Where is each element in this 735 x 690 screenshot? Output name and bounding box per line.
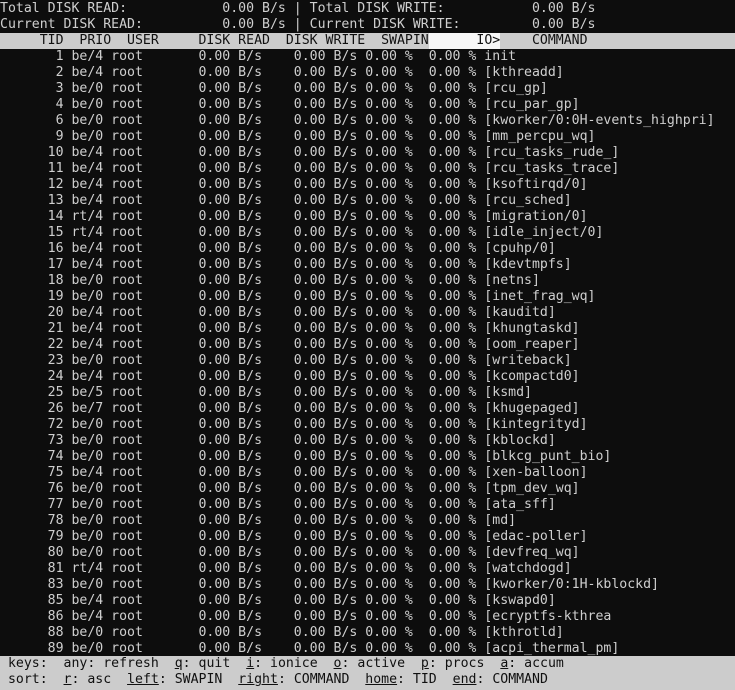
process-row[interactable]: 83 be/0 root 0.00 B/s 0.00 B/s 0.00 % 0.… [0,577,735,593]
process-row[interactable]: 80 be/0 root 0.00 B/s 0.00 B/s 0.00 % 0.… [0,545,735,561]
footer-key-hotkey[interactable]: i [246,656,254,671]
footer-key-procs[interactable]: p: procs [421,656,500,671]
footer-key-hotkey[interactable]: o [334,656,342,671]
footer-row-label: keys: [0,656,64,671]
footer-key-action: : TID [397,672,453,687]
footer-key-swapin[interactable]: left: SWAPIN [127,672,238,687]
process-row[interactable]: 74 be/0 root 0.00 B/s 0.00 B/s 0.00 % 0.… [0,449,735,465]
process-row[interactable]: 9 be/0 root 0.00 B/s 0.00 B/s 0.00 % 0.0… [0,129,735,145]
process-row[interactable]: 17 be/4 root 0.00 B/s 0.00 B/s 0.00 % 0.… [0,257,735,273]
column-header-command[interactable]: COMMAND [500,33,735,49]
process-row[interactable]: 14 rt/4 root 0.00 B/s 0.00 B/s 0.00 % 0.… [0,209,735,225]
process-row[interactable]: 85 be/4 root 0.00 B/s 0.00 B/s 0.00 % 0.… [0,593,735,609]
process-row[interactable]: 24 be/4 root 0.00 B/s 0.00 B/s 0.00 % 0.… [0,369,735,385]
footer-key-action: : active [341,656,421,671]
process-row[interactable]: 15 rt/4 root 0.00 B/s 0.00 B/s 0.00 % 0.… [0,225,735,241]
process-row[interactable]: 1 be/4 root 0.00 B/s 0.00 B/s 0.00 % 0.0… [0,49,735,65]
process-row[interactable]: 89 be/0 root 0.00 B/s 0.00 B/s 0.00 % 0.… [0,641,735,656]
footer-key-command[interactable]: right: COMMAND [238,672,365,687]
process-row[interactable]: 81 rt/4 root 0.00 B/s 0.00 B/s 0.00 % 0.… [0,561,735,577]
terminal-screen: Total DISK READ: 0.00 B/s | Total DISK W… [0,0,735,690]
process-row[interactable]: 4 be/0 root 0.00 B/s 0.00 B/s 0.00 % 0.0… [0,97,735,113]
footer-key-hotkey[interactable]: right [238,672,278,687]
process-row[interactable]: 20 be/4 root 0.00 B/s 0.00 B/s 0.00 % 0.… [0,305,735,321]
process-row[interactable]: 22 be/4 root 0.00 B/s 0.00 B/s 0.00 % 0.… [0,337,735,353]
process-row[interactable]: 19 be/0 root 0.00 B/s 0.00 B/s 0.00 % 0.… [0,289,735,305]
process-row[interactable]: 26 be/7 root 0.00 B/s 0.00 B/s 0.00 % 0.… [0,401,735,417]
footer-key-action: : accum [508,656,564,671]
footer-key-action: : asc [71,672,128,687]
process-list[interactable]: 1 be/4 root 0.00 B/s 0.00 B/s 0.00 % 0.0… [0,49,735,656]
footer-key-action: : quit [182,656,247,671]
footer-key-refresh[interactable]: any: refresh [64,656,175,671]
footer-key-action: : ionice [254,656,334,671]
footer-key-hotkey[interactable]: left [127,672,159,687]
footer-keys-row[interactable]: keys: any: refresh q: quit i: ionice o: … [0,656,735,672]
footer-key-action: : COMMAND [277,672,366,687]
process-row[interactable]: 72 be/0 root 0.00 B/s 0.00 B/s 0.00 % 0.… [0,417,735,433]
footer-key-action: : procs [428,656,501,671]
footer-row-label: sort: [0,672,64,687]
process-row[interactable]: 18 be/0 root 0.00 B/s 0.00 B/s 0.00 % 0.… [0,273,735,289]
footer-key-hotkey[interactable]: q [175,656,183,671]
process-row[interactable]: 10 be/4 root 0.00 B/s 0.00 B/s 0.00 % 0.… [0,145,735,161]
process-row[interactable]: 25 be/5 root 0.00 B/s 0.00 B/s 0.00 % 0.… [0,385,735,401]
process-row[interactable]: 3 be/0 root 0.00 B/s 0.00 B/s 0.00 % 0.0… [0,81,735,97]
process-row[interactable]: 2 be/4 root 0.00 B/s 0.00 B/s 0.00 % 0.0… [0,65,735,81]
footer-key-action: : refresh [87,656,175,671]
footer-key-action: : COMMAND [476,672,548,687]
footer-key-hotkey[interactable]: p [421,656,429,671]
process-row[interactable]: 11 be/4 root 0.00 B/s 0.00 B/s 0.00 % 0.… [0,161,735,177]
process-row[interactable]: 75 be/4 root 0.00 B/s 0.00 B/s 0.00 % 0.… [0,465,735,481]
io-summary: Total DISK READ: 0.00 B/s | Total DISK W… [0,0,735,33]
process-row[interactable]: 88 be/0 root 0.00 B/s 0.00 B/s 0.00 % 0.… [0,625,735,641]
footer-sort-row[interactable]: sort: r: asc left: SWAPIN right: COMMAND… [0,672,735,688]
footer-key-active[interactable]: o: active [334,656,421,671]
process-row[interactable]: 13 be/4 root 0.00 B/s 0.00 B/s 0.00 % 0.… [0,193,735,209]
footer-key-ionice[interactable]: i: ionice [246,656,333,671]
column-headers-left[interactable]: TID PRIO USER DISK READ DISK WRITE SWAPI… [0,33,429,49]
footer-key-hotkey[interactable]: any [64,656,88,671]
footer-key-hotkey[interactable]: home [365,672,397,687]
current-disk-summary-row: Current DISK READ: 0.00 B/s | Current DI… [0,17,596,32]
process-row[interactable]: 21 be/4 root 0.00 B/s 0.00 B/s 0.00 % 0.… [0,321,735,337]
footer-key-action: : SWAPIN [158,672,239,687]
process-row[interactable]: 16 be/4 root 0.00 B/s 0.00 B/s 0.00 % 0.… [0,241,735,257]
footer-key-asc[interactable]: r: asc [64,672,128,687]
footer-key-quit[interactable]: q: quit [175,656,246,671]
process-row[interactable]: 86 be/4 root 0.00 B/s 0.00 B/s 0.00 % 0.… [0,609,735,625]
process-row[interactable]: 6 be/0 root 0.00 B/s 0.00 B/s 0.00 % 0.0… [0,113,735,129]
process-row[interactable]: 77 be/0 root 0.00 B/s 0.00 B/s 0.00 % 0.… [0,497,735,513]
total-disk-summary-row: Total DISK READ: 0.00 B/s | Total DISK W… [0,1,596,16]
footer-key-hotkey[interactable]: end [453,672,477,687]
footer-key-command[interactable]: end: COMMAND [453,672,548,687]
footer-key-accum[interactable]: a: accum [500,656,564,671]
process-row[interactable]: 78 be/0 root 0.00 B/s 0.00 B/s 0.00 % 0.… [0,513,735,529]
column-header-io-sorted[interactable]: IO> [428,33,501,49]
process-row[interactable]: 76 be/0 root 0.00 B/s 0.00 B/s 0.00 % 0.… [0,481,735,497]
footer-help: keys: any: refresh q: quit i: ionice o: … [0,656,735,690]
process-row[interactable]: 73 be/0 root 0.00 B/s 0.00 B/s 0.00 % 0.… [0,433,735,449]
process-row[interactable]: 23 be/0 root 0.00 B/s 0.00 B/s 0.00 % 0.… [0,353,735,369]
process-row[interactable]: 79 be/0 root 0.00 B/s 0.00 B/s 0.00 % 0.… [0,529,735,545]
footer-key-tid[interactable]: home: TID [365,672,452,687]
table-column-header[interactable]: TID PRIO USER DISK READ DISK WRITE SWAPI… [0,33,735,49]
process-row[interactable]: 12 be/4 root 0.00 B/s 0.00 B/s 0.00 % 0.… [0,177,735,193]
